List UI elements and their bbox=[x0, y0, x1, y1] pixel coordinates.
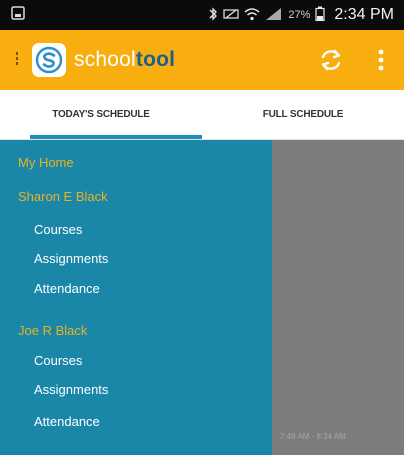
schooltool-logo-icon bbox=[32, 43, 66, 77]
nav-drawer-toggle[interactable] bbox=[6, 51, 28, 70]
screenshot-icon bbox=[10, 5, 26, 26]
app-title: schooltool bbox=[74, 48, 175, 72]
drawer-row-sub: Courses bbox=[0, 216, 272, 244]
sync-icon[interactable] bbox=[318, 47, 344, 73]
drawer-item-joe-courses[interactable]: Courses bbox=[0, 352, 82, 370]
drawer-item-joe-assignments[interactable]: Assignments bbox=[0, 381, 108, 399]
status-bar: 27% 2:34 PM bbox=[0, 0, 404, 30]
drawer-row-sub: Assignments bbox=[0, 374, 272, 406]
drawer-item-sharon-attendance[interactable]: Attendance bbox=[0, 280, 100, 298]
drawer-row-home: My Home bbox=[0, 152, 272, 174]
drawer-item-sharon-courses[interactable]: Courses bbox=[0, 221, 82, 239]
drawer-row-sub: Attendance bbox=[0, 274, 272, 304]
app-bar: schooltool bbox=[0, 30, 404, 90]
wifi-icon bbox=[244, 7, 260, 24]
mute-icon bbox=[223, 7, 239, 24]
drawer-item-my-home[interactable]: My Home bbox=[0, 154, 74, 172]
content-scrim[interactable] bbox=[272, 140, 404, 455]
tab-todays-schedule[interactable]: TODAY'S SCHEDULE bbox=[0, 90, 202, 139]
tab-bar: TODAY'S SCHEDULE FULL SCHEDULE bbox=[0, 90, 404, 140]
schedule-time-range: 7:48 AM - 8:34 AM bbox=[280, 432, 346, 441]
drawer-spacer bbox=[0, 208, 272, 216]
tab-full-schedule[interactable]: FULL SCHEDULE bbox=[202, 90, 404, 139]
battery-icon bbox=[315, 6, 326, 24]
app-actions bbox=[318, 47, 392, 73]
drawer-row-student: Sharon E Black bbox=[0, 186, 272, 208]
drawer-row-sub: Courses bbox=[0, 348, 272, 374]
status-left bbox=[10, 5, 26, 26]
drawer-row-sub: Assignments bbox=[0, 244, 272, 274]
signal-icon bbox=[265, 7, 283, 24]
drawer-item-sharon-assignments[interactable]: Assignments bbox=[0, 250, 108, 268]
bluetooth-icon bbox=[208, 6, 218, 24]
app-title-light: school bbox=[74, 48, 136, 71]
drawer-item-student-sharon[interactable]: Sharon E Black bbox=[0, 188, 108, 206]
navigation-drawer: My Home Sharon E Black Courses Assignmen… bbox=[0, 140, 272, 455]
battery-percent: 27% bbox=[288, 9, 311, 21]
drawer-item-joe-attendance[interactable]: Attendance bbox=[0, 413, 100, 431]
status-time: 2:34 PM bbox=[334, 6, 394, 23]
drawer-row-student: Joe R Black bbox=[0, 320, 272, 342]
drawer-spacer bbox=[0, 304, 272, 320]
overflow-menu-icon[interactable] bbox=[378, 49, 384, 71]
drawer-item-student-joe[interactable]: Joe R Black bbox=[0, 322, 87, 340]
drawer-row-sub: Attendance bbox=[0, 406, 272, 438]
app-title-bold: tool bbox=[135, 48, 176, 71]
drawer-spacer bbox=[0, 174, 272, 186]
status-right: 27% 2:34 PM bbox=[208, 6, 394, 24]
